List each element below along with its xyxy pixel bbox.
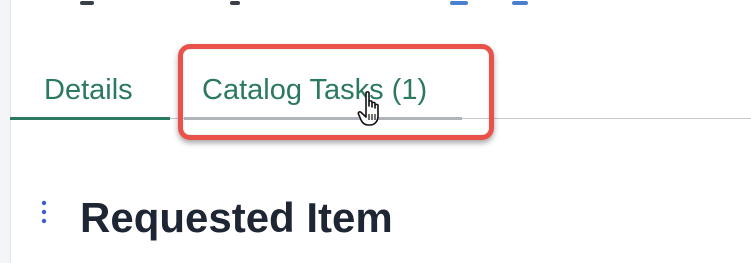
- page: Details Catalog Tasks (1) Requested Item: [0, 0, 751, 263]
- tab-details-label: Details: [44, 74, 133, 106]
- vertical-ellipsis-icon[interactable]: [40, 200, 48, 226]
- truncated-top-content: [0, 0, 751, 10]
- highlight-annotation-box: [178, 44, 494, 140]
- section-title: Requested Item: [80, 194, 393, 241]
- hand-pointer-icon: [357, 91, 379, 126]
- active-tab-indicator: [10, 117, 170, 120]
- left-edge-panel: [0, 0, 11, 263]
- tab-details[interactable]: Details: [10, 70, 170, 120]
